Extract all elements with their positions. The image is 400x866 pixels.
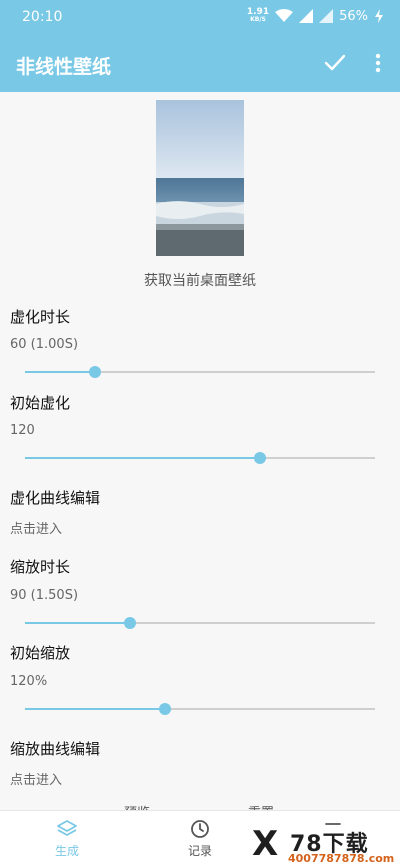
status-bar: 20:10 1.91 KB/S 56% (0, 0, 400, 36)
watermark-x: X (252, 824, 279, 864)
check-icon[interactable] (322, 50, 348, 76)
watermark-domain: 4007787878.com (288, 852, 395, 865)
slider-thumb[interactable] (253, 452, 266, 464)
initial-blur-slider[interactable] (25, 451, 375, 465)
signal-icon (299, 9, 314, 23)
wallpaper-image (156, 100, 244, 256)
blur-duration-value: 60 (1.00S) (10, 337, 79, 352)
zoom-curve-title: 缩放曲线编辑 (10, 740, 101, 758)
battery-charging-icon (375, 9, 383, 23)
initial-blur-value: 120 (10, 423, 35, 438)
slider-fill (25, 371, 95, 373)
zoom-curve-action[interactable]: 点击进入 (10, 769, 62, 788)
nav-generate[interactable]: 生成 (27, 819, 107, 859)
zoom-duration-value: 90 (1.50S) (10, 588, 79, 603)
battery-percent: 56% (339, 8, 368, 24)
status-time: 20:10 (22, 9, 63, 25)
slider-thumb[interactable] (89, 366, 101, 378)
blur-curve-action[interactable]: 点击进入 (10, 518, 62, 537)
watermark-logo: X 78下载 4007787878.com (248, 826, 400, 866)
wallpaper-preview[interactable] (156, 100, 244, 256)
slider-fill (25, 457, 260, 459)
app-bar: 非线性壁纸 (0, 36, 400, 92)
blur-duration-slider[interactable] (25, 365, 375, 379)
layers-icon (57, 820, 77, 836)
get-wallpaper-caption[interactable]: 获取当前桌面壁纸 (0, 270, 400, 290)
signal-x-icon (319, 9, 334, 23)
slider-fill (25, 708, 165, 710)
blur-duration-title: 虚化时长 (10, 308, 71, 326)
slider-thumb[interactable] (159, 703, 171, 715)
slider-fill (25, 622, 130, 624)
net-speed-unit: KB/S (250, 16, 266, 23)
nav-records-label: 记录 (187, 844, 212, 858)
initial-zoom-value: 120% (10, 674, 48, 689)
initial-zoom-title: 初始缩放 (10, 644, 71, 662)
nav-records[interactable]: 记录 (160, 819, 240, 859)
app-title: 非线性壁纸 (16, 56, 112, 78)
net-speed: 1.91 KB/S (247, 8, 269, 24)
initial-zoom-slider[interactable] (25, 702, 375, 716)
initial-blur-title: 初始虚化 (10, 394, 71, 412)
wifi-icon (275, 9, 294, 22)
nav-generate-label: 生成 (54, 844, 79, 858)
clock-icon (191, 820, 209, 838)
zoom-duration-title: 缩放时长 (10, 558, 71, 576)
zoom-duration-slider[interactable] (25, 616, 375, 630)
more-vert-icon[interactable] (370, 50, 386, 76)
net-speed-value: 1.91 (246, 7, 270, 17)
status-icons: 1.91 KB/S 56% (247, 8, 384, 24)
blur-curve-title: 虚化曲线编辑 (10, 489, 101, 507)
slider-thumb[interactable] (124, 617, 136, 629)
